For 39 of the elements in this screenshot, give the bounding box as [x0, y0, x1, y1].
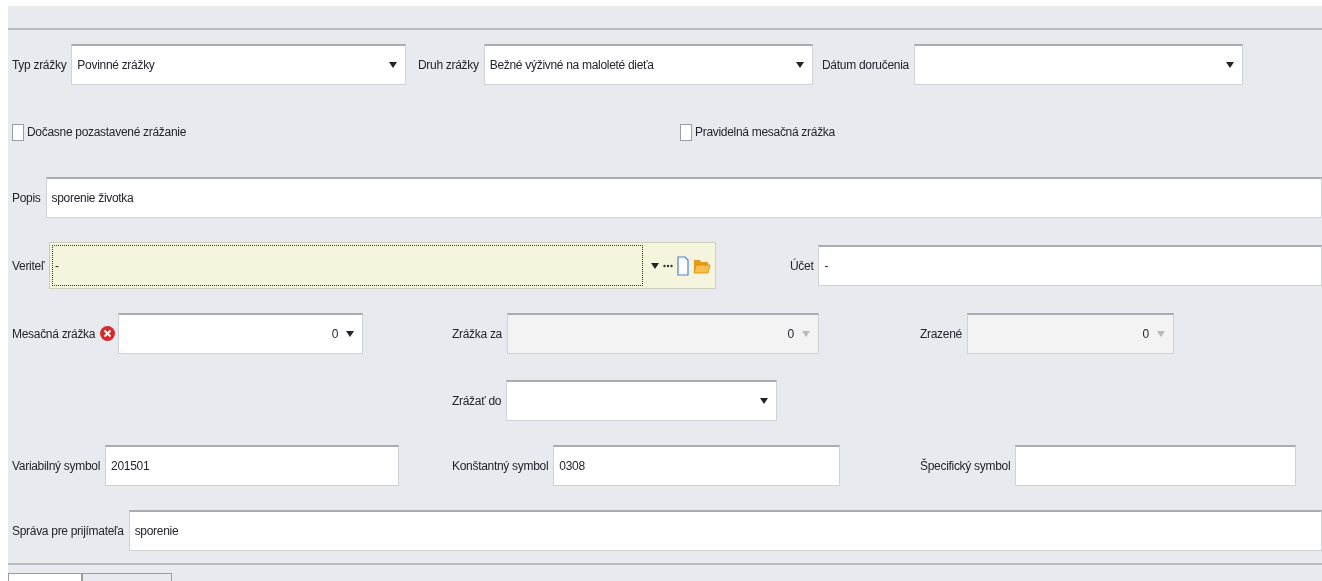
tab[interactable] [8, 573, 82, 581]
caret-icon[interactable] [1225, 62, 1234, 68]
text-field[interactable]: sporenie životka [45, 177, 1322, 218]
text-field[interactable]: - [818, 245, 1322, 286]
caret-icon[interactable] [760, 398, 769, 404]
text-field[interactable]: sporenie [128, 510, 1322, 551]
field-label: Zrážať do [452, 393, 502, 408]
checkbox[interactable] [12, 123, 24, 141]
field-label: Účet [790, 258, 814, 273]
dropdown-field[interactable] [506, 380, 778, 421]
checkbox-label: Pravidelná mesačná zrážka [695, 125, 835, 139]
checkbox-label: Dočasne pozastavené zrážanie [27, 125, 187, 139]
field-label: Konštantný symbol [452, 458, 549, 473]
checkbox[interactable] [680, 123, 692, 141]
text-field[interactable]: 201501 [105, 445, 400, 486]
caret-icon[interactable] [389, 62, 398, 68]
text-field[interactable] [1015, 445, 1297, 486]
creditor-input[interactable]: - [52, 245, 644, 286]
field-label: Druh zrážky [418, 57, 479, 72]
caret-icon[interactable] [651, 262, 660, 269]
field-label: Veriteľ [12, 258, 45, 273]
field-label: Popis [12, 190, 41, 205]
text-field[interactable]: 0308 [553, 445, 841, 486]
more-icon[interactable] [663, 263, 674, 268]
dropdown-field[interactable] [913, 44, 1243, 85]
field-label: Správa pre prijímateľa [12, 523, 124, 538]
field-label: Variabilný symbol [12, 458, 101, 473]
field-label: Zrazené [920, 326, 962, 341]
field-label: Typ zrážky [12, 57, 67, 72]
field-label: Mesačná zrážka [12, 326, 96, 341]
number-field[interactable]: 0 [118, 313, 364, 354]
tab[interactable] [82, 573, 172, 581]
caret-icon[interactable] [346, 331, 355, 337]
field-label: Zrážka za [452, 326, 502, 341]
dropdown-field[interactable]: Povinné zrážky [71, 44, 407, 85]
field-label: Špecifický symbol [920, 458, 1011, 473]
field-label: Dátum doručenia [822, 57, 909, 72]
caret-icon[interactable] [795, 62, 804, 68]
dropdown-field[interactable]: Bežné výživné na maloleté dieťa [483, 44, 813, 85]
